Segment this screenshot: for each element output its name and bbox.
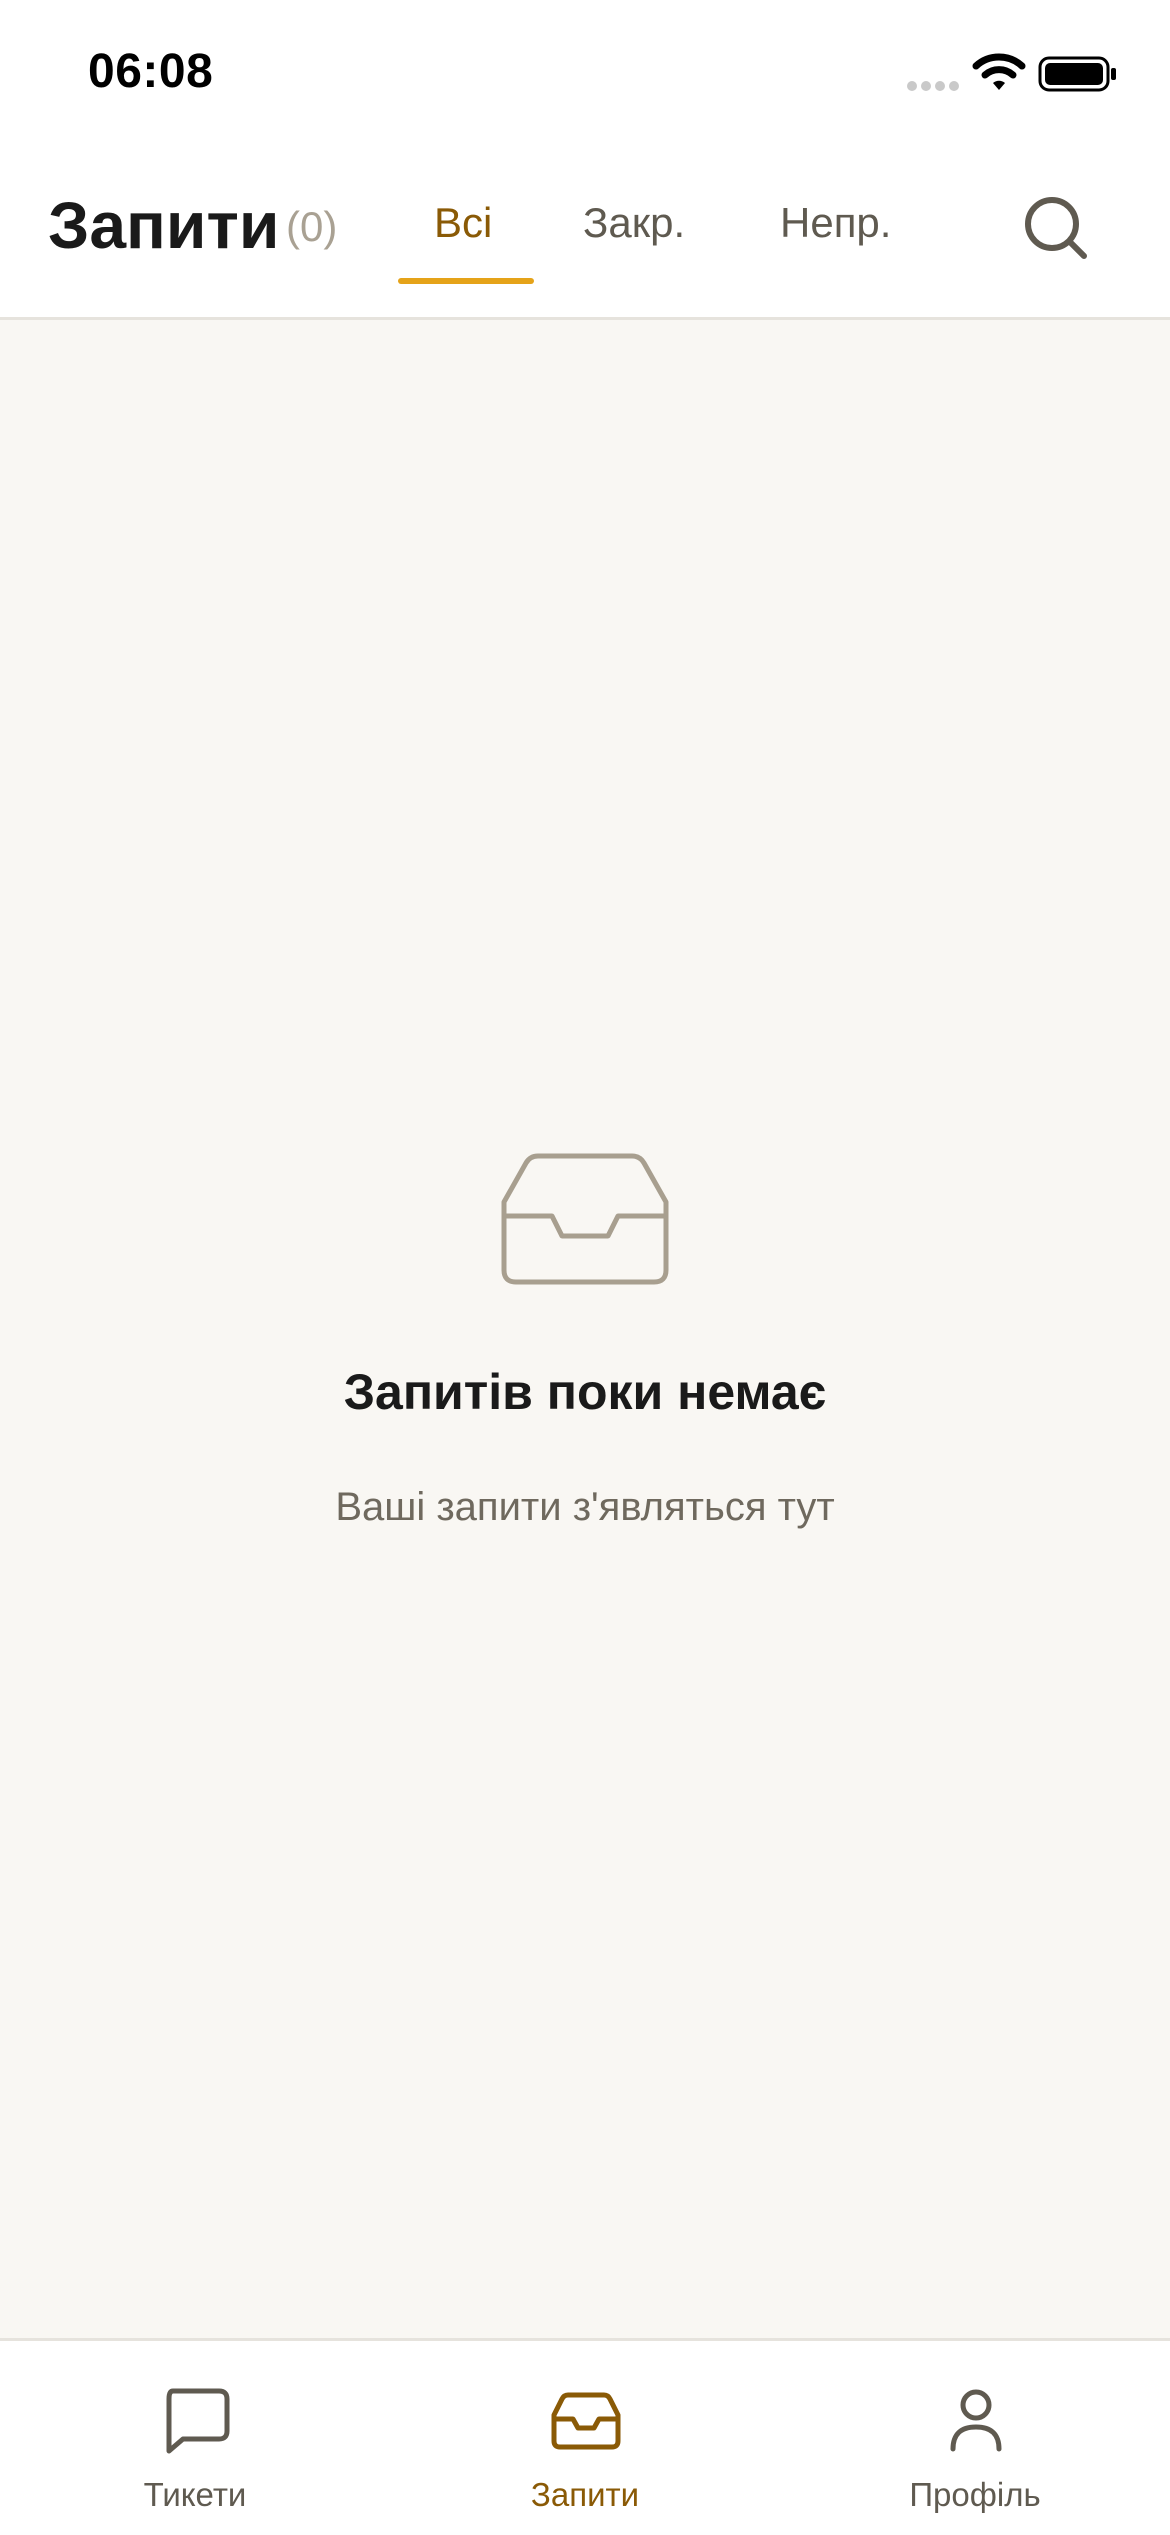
nav-item-profile[interactable]: Профіль (825, 2341, 1125, 2535)
nav-item-requests[interactable]: Запити (435, 2341, 735, 2535)
chat-bubble-icon (166, 2388, 230, 2454)
wifi-icon (972, 53, 1026, 90)
page-title: Запити (48, 188, 280, 262)
inbox-icon (501, 1153, 669, 1285)
active-tab-indicator (398, 278, 534, 284)
bottom-nav: Тикети Запити Профіль (0, 2338, 1170, 2532)
inbox-icon (551, 2392, 621, 2450)
status-bar: 06:08 (0, 0, 1170, 150)
nav-label-profile: Профіль (909, 2476, 1041, 2513)
search-button[interactable] (1020, 192, 1092, 264)
requests-list: Запитів поки немає Ваші запити з'являтьс… (0, 320, 1170, 2338)
header: Запити (0) Всі Закр. Непр. (0, 150, 1170, 320)
empty-state-subtitle: Ваші запити з'являться тут (335, 1485, 835, 1529)
empty-state-title: Запитів поки немає (343, 1364, 827, 1420)
battery-icon (1038, 56, 1116, 92)
tab-open[interactable]: Непр. (780, 202, 891, 244)
tab-all[interactable]: Всі (434, 202, 492, 244)
requests-screen: 06:08 Запити (0) Всі Закр. Непр. Запитів… (0, 0, 1170, 2532)
cellular-signal-icon (907, 81, 959, 91)
nav-item-tickets[interactable]: Тикети (45, 2341, 345, 2535)
user-icon (950, 2389, 1002, 2452)
status-time: 06:08 (88, 45, 214, 98)
tab-closed[interactable]: Закр. (583, 202, 685, 244)
nav-label-requests: Запити (530, 2476, 640, 2513)
request-count: (0) (286, 203, 338, 250)
search-icon (1025, 197, 1087, 259)
nav-label-tickets: Тикети (143, 2476, 247, 2513)
